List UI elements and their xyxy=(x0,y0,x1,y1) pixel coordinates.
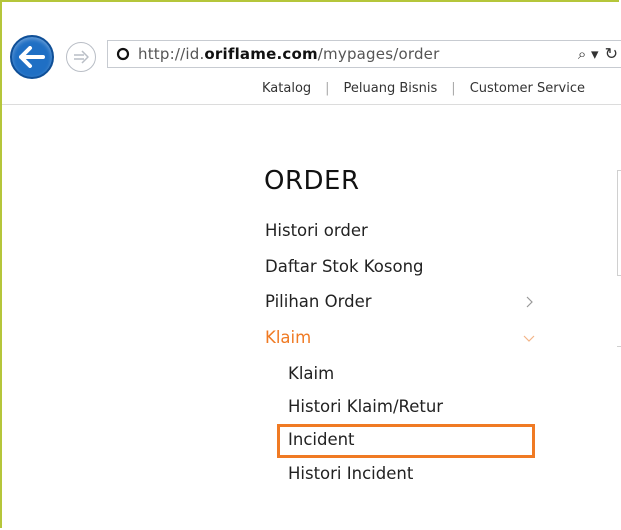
back-button[interactable] xyxy=(10,35,54,79)
nav-separator: | xyxy=(451,80,456,96)
search-dropdown-icon[interactable]: ⌕ ▾ xyxy=(578,45,599,63)
submenu-item-histori-klaim-retur[interactable]: Histori Klaim/Retur xyxy=(288,397,443,416)
page-icon xyxy=(116,47,138,61)
submenu-item-klaim[interactable]: Klaim xyxy=(288,364,334,383)
nav-separator: | xyxy=(325,80,330,96)
submenu-item-histori-incident[interactable]: Histori Incident xyxy=(288,464,413,483)
menu-item-histori-order[interactable]: Histori order xyxy=(265,221,368,240)
url-text[interactable]: http://id.oriflame.com/mypages/order xyxy=(138,45,439,63)
content-panel-line xyxy=(617,346,621,347)
chevron-down-icon[interactable] xyxy=(522,331,536,345)
url-domain: oriflame.com xyxy=(204,45,318,63)
chevron-right-icon[interactable] xyxy=(522,295,536,309)
site-top-nav: Katalog | Peluang Bisnis | Customer Serv… xyxy=(262,80,585,96)
forward-button[interactable] xyxy=(66,42,96,72)
page-title: ORDER xyxy=(264,166,360,196)
url-path: /mypages/order xyxy=(317,45,440,63)
header-divider xyxy=(2,104,621,105)
menu-item-daftar-stok-kosong[interactable]: Daftar Stok Kosong xyxy=(265,257,424,276)
nav-link-peluang-bisnis[interactable]: Peluang Bisnis xyxy=(344,81,438,96)
browser-toolbar: http://id.oriflame.com/mypages/order ⌕ ▾… xyxy=(2,2,621,79)
arrow-left-icon xyxy=(19,46,45,68)
nav-link-customer-service[interactable]: Customer Service xyxy=(470,81,585,96)
refresh-icon[interactable]: ↻ xyxy=(605,44,618,63)
nav-link-katalog[interactable]: Katalog xyxy=(262,81,311,96)
menu-item-klaim[interactable]: Klaim xyxy=(265,328,311,347)
content-panel-edge xyxy=(617,170,621,276)
address-bar[interactable]: http://id.oriflame.com/mypages/order ⌕ ▾… xyxy=(107,40,621,68)
menu-item-pilihan-order[interactable]: Pilihan Order xyxy=(265,292,372,311)
arrow-right-icon xyxy=(74,50,89,64)
url-prefix: http://id. xyxy=(138,45,205,63)
incident-highlight-box xyxy=(277,424,535,458)
